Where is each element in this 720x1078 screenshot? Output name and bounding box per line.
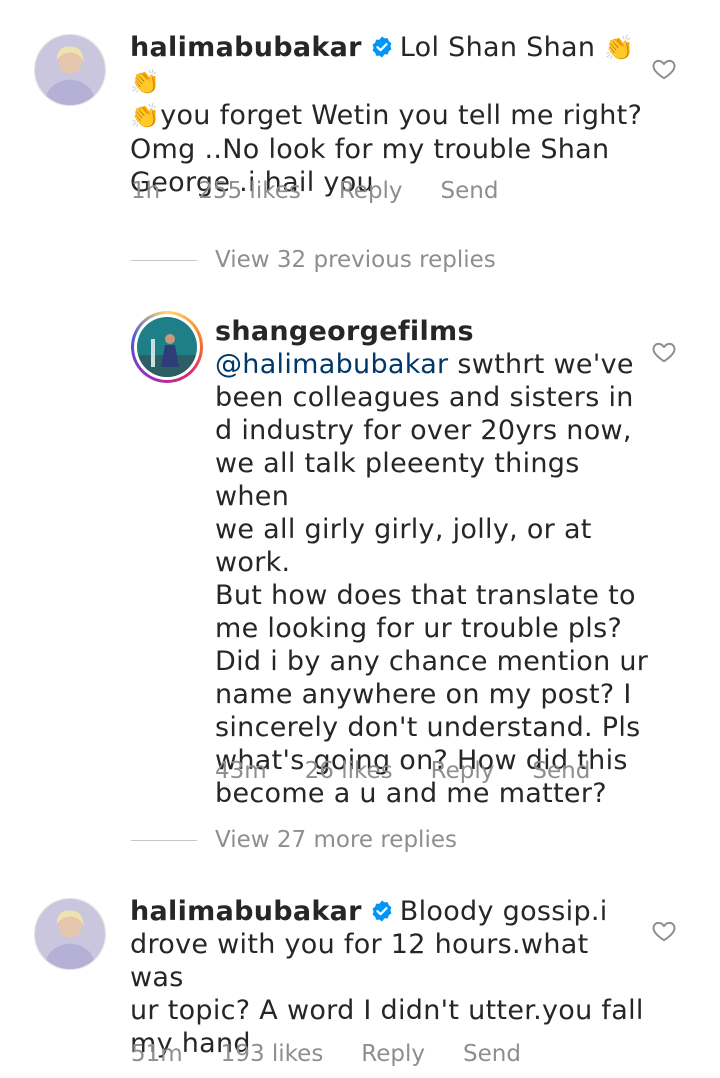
comment-line: drove with you for 12 hours.what was (130, 929, 589, 993)
avatar[interactable] (34, 898, 106, 970)
username[interactable]: halimabubakar (130, 896, 362, 927)
comment-meta: 51m 193 likes Reply Send (131, 1041, 559, 1067)
clapping-hands-emoji: 👏 (130, 102, 161, 130)
view-more-replies[interactable]: View 27 more replies (131, 827, 457, 853)
comment-line: swthrt we've (448, 349, 634, 380)
comment-text: shangeorgefilms @halimabubakar swthrt we… (215, 315, 655, 810)
comment-line: Bloody gossip.i (399, 896, 608, 927)
username[interactable]: halimabubakar (130, 32, 362, 63)
comment-line: we all talk pleeenty things when (215, 448, 580, 512)
comment-time: 1h (131, 178, 161, 204)
heart-outline-icon[interactable] (651, 918, 677, 944)
comment-line: But how does that translate to (215, 580, 636, 611)
comment-line: we all girly girly, jolly, or at work. (215, 514, 592, 578)
comment-text: halimabubakar Lol Shan Shan 👏👏 👏you forge… (130, 31, 650, 199)
comment-line: you forget Wetin you tell me right? (160, 100, 643, 131)
view-previous-replies[interactable]: View 32 previous replies (131, 247, 496, 273)
likes-count[interactable]: 26 likes (305, 758, 393, 784)
view-more-label[interactable]: View 27 more replies (215, 827, 457, 853)
comment-time: 51m (131, 1041, 183, 1067)
comment-line: Lol Shan Shan (399, 32, 596, 63)
avatar[interactable] (34, 34, 106, 106)
divider-line (131, 840, 197, 841)
send-button[interactable]: Send (463, 1041, 521, 1067)
send-button[interactable]: Send (441, 178, 499, 204)
comment-line: me looking for ur trouble pls? (215, 613, 623, 644)
likes-count[interactable]: 255 likes (198, 178, 301, 204)
heart-outline-icon[interactable] (651, 56, 677, 82)
comment-meta: 43m 26 likes Reply Send (215, 758, 628, 784)
reply-button[interactable]: Reply (431, 758, 495, 784)
comment-line: sincerely don't understand. Pls (215, 712, 641, 743)
comment-line: Did i by any chance mention ur (215, 646, 649, 677)
likes-count[interactable]: 193 likes (221, 1041, 324, 1067)
comment-text: halimabubakar Bloody gossip.i drove with … (130, 895, 650, 1060)
heart-outline-icon[interactable] (651, 339, 677, 365)
comment-line: Omg ..No look for my trouble Shan (130, 134, 610, 165)
view-previous-label[interactable]: View 32 previous replies (215, 247, 496, 273)
comment-time: 43m (215, 758, 267, 784)
avatar[interactable] (131, 311, 203, 383)
verified-badge-icon (372, 36, 392, 58)
verified-badge-icon (372, 900, 392, 922)
divider-line (131, 260, 197, 261)
reply-button[interactable]: Reply (361, 1041, 425, 1067)
comment-meta: 1h 255 likes Reply Send (131, 178, 536, 204)
send-button[interactable]: Send (532, 758, 590, 784)
mention-link[interactable]: @halimabubakar (215, 349, 448, 380)
avatar-photo (35, 35, 105, 105)
comment-line: been colleagues and sisters in (215, 382, 634, 413)
comment-line: name anywhere on my post? I (215, 679, 632, 710)
avatar-photo (35, 899, 105, 969)
reply-button[interactable]: Reply (339, 178, 403, 204)
comment-line: ur topic? A word I didn't utter.you fall (130, 995, 644, 1026)
username[interactable]: shangeorgefilms (215, 316, 474, 347)
avatar-photo (137, 317, 197, 377)
avatar-inner (134, 314, 200, 380)
comment-line: d industry for over 20yrs now, (215, 415, 632, 446)
